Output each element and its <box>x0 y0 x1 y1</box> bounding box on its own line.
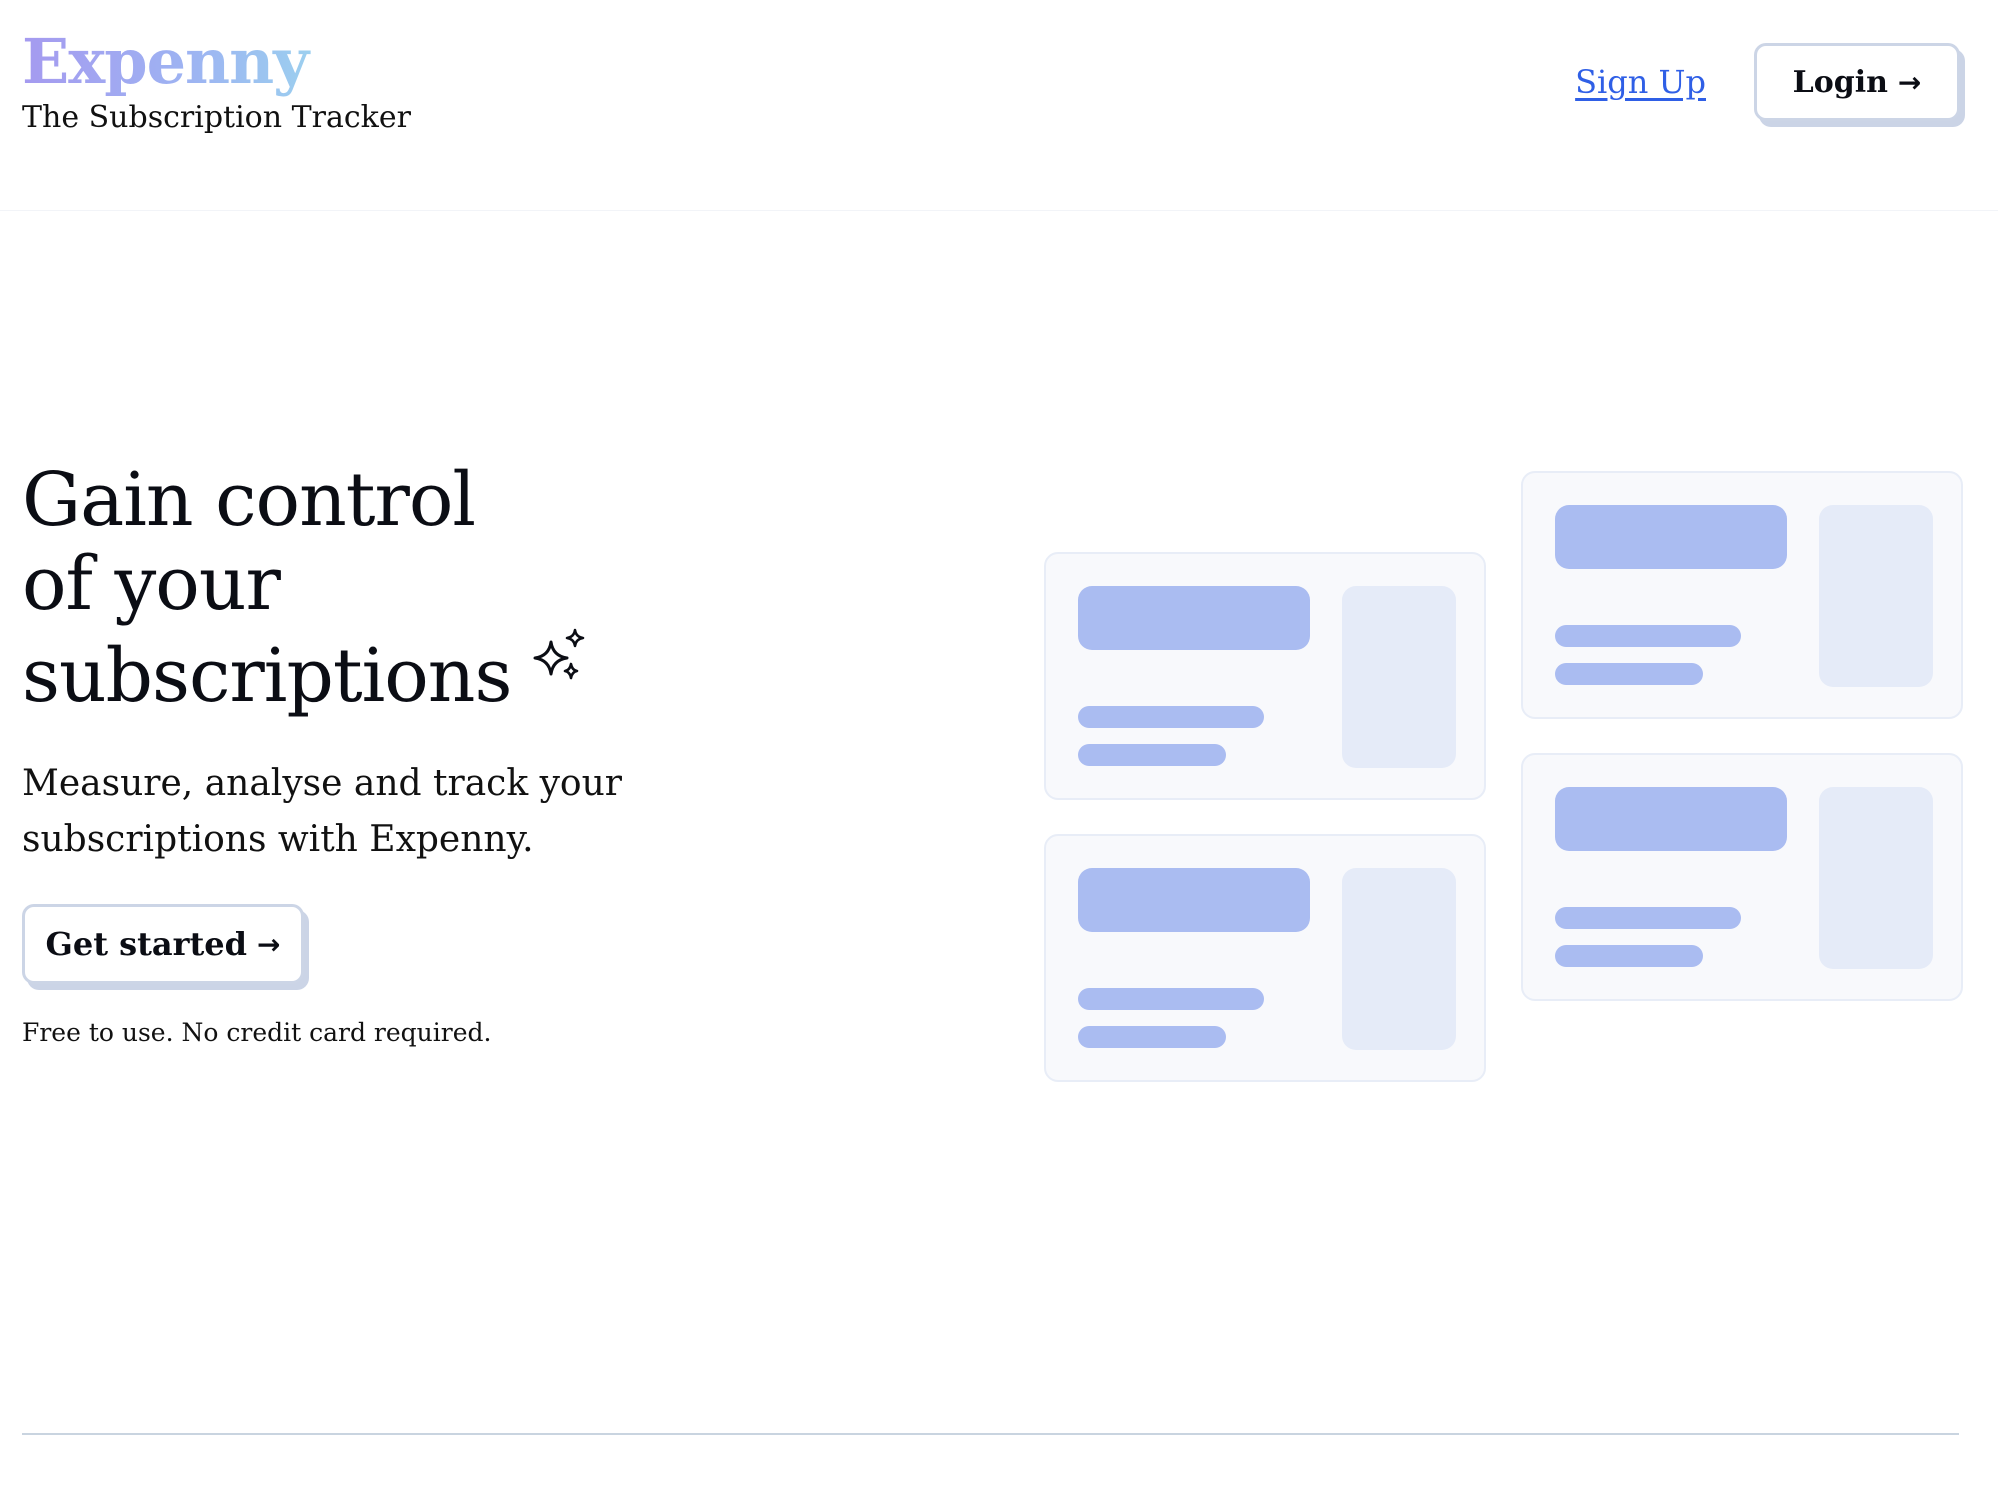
illustration-card-1 <box>1044 552 1486 800</box>
placeholder-line <box>1555 625 1741 647</box>
sparkles-icon <box>533 628 585 680</box>
hero-title-line-3: subscriptions <box>22 628 589 719</box>
sign-up-link[interactable]: Sign Up <box>1575 63 1706 101</box>
get-started-button[interactable]: Get started → <box>22 904 304 984</box>
brand-logo[interactable]: Expenny <box>22 26 411 98</box>
free-note: Free to use. No credit card required. <box>22 1018 492 1047</box>
placeholder-block <box>1342 868 1456 1050</box>
arrow-right-icon: → <box>1897 65 1922 99</box>
hero-title-line-2: of your <box>22 541 281 627</box>
placeholder-line <box>1555 663 1703 685</box>
login-button-label: Login <box>1792 64 1888 100</box>
placeholder-block <box>1819 787 1933 969</box>
placeholder-bar <box>1078 868 1310 932</box>
illustration-card-3 <box>1521 471 1963 719</box>
site-header: Expenny The Subscription Tracker Sign Up… <box>0 0 1998 211</box>
brand-tagline: The Subscription Tracker <box>22 100 411 135</box>
placeholder-block <box>1819 505 1933 687</box>
get-started-label: Get started <box>45 925 248 963</box>
placeholder-line <box>1078 706 1264 728</box>
placeholder-bar <box>1078 586 1310 650</box>
placeholder-bar <box>1555 787 1787 851</box>
header-nav: Sign Up Login → <box>1575 43 1960 121</box>
login-button[interactable]: Login → <box>1754 43 1960 121</box>
placeholder-line <box>1078 744 1226 766</box>
placeholder-block <box>1342 586 1456 768</box>
placeholder-line <box>1555 907 1741 929</box>
hero-title: Gain control of your subscriptions <box>22 458 589 718</box>
placeholder-bar <box>1555 505 1787 569</box>
illustration-card-4 <box>1521 753 1963 1001</box>
footer-divider <box>22 1433 1959 1435</box>
brand: Expenny The Subscription Tracker <box>22 26 411 136</box>
arrow-right-icon: → <box>257 927 281 961</box>
placeholder-line <box>1078 1026 1226 1048</box>
hero-title-line-1: Gain control <box>22 457 476 543</box>
placeholder-line <box>1555 945 1703 967</box>
placeholder-line <box>1078 988 1264 1010</box>
hero-title-line-3-text: subscriptions <box>22 633 512 719</box>
illustration-card-2 <box>1044 834 1486 1082</box>
hero-subtitle: Measure, analyse and track your subscrip… <box>22 763 622 860</box>
